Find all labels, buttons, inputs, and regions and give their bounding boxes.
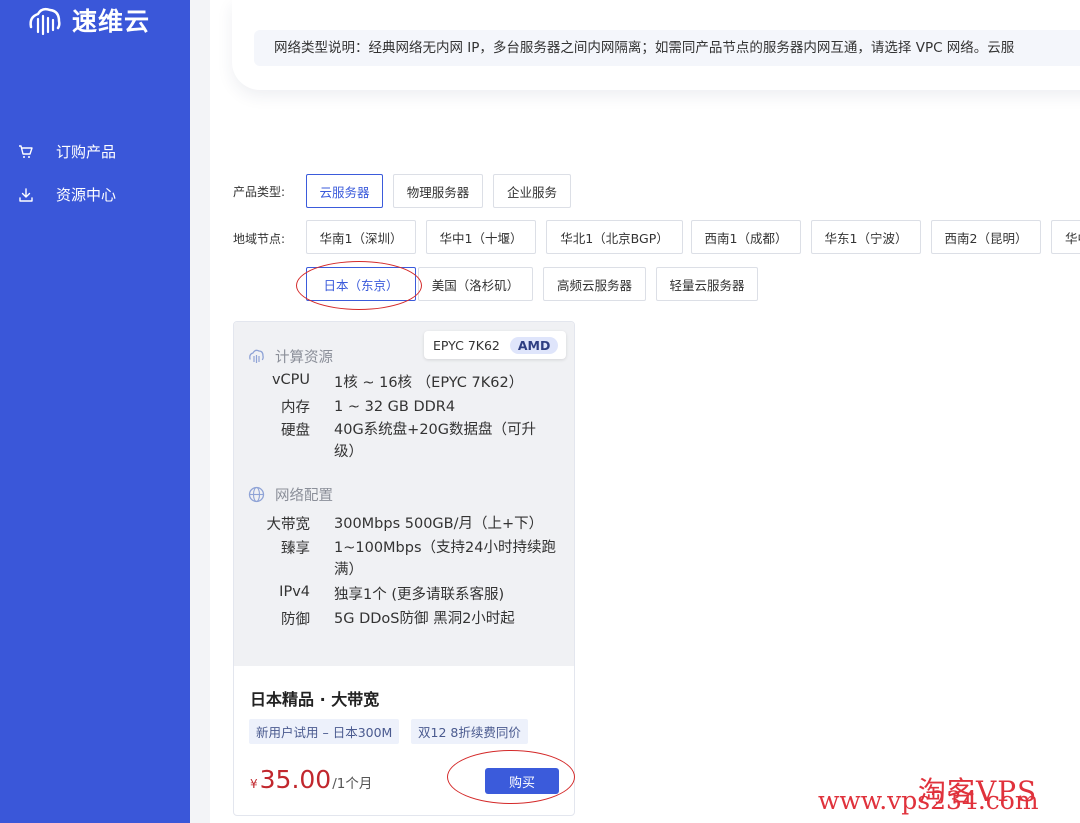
product-type-enterprise[interactable]: 企业服务 — [493, 174, 571, 208]
sidebar-item-resources[interactable]: 资源中心 — [0, 173, 190, 216]
download-icon — [19, 187, 33, 202]
spec-value-memory: 1 ~ 32 GB DDR4 — [334, 399, 456, 415]
sidebar-item-order[interactable]: 订购产品 — [0, 130, 190, 173]
cpu-model: EPYC 7K62 — [433, 337, 500, 353]
network-notice-text: 网络类型说明：经典网络无内网 IP，多台服务器之间内网隔离；如需同产品节点的服务… — [254, 30, 1080, 66]
spec-key-premium: 臻享 — [281, 541, 310, 557]
content-gutter — [190, 0, 210, 823]
spec-value-disk: 40G系统盘+20G数据盘（可升级） — [334, 422, 537, 460]
product-type-cloud-server[interactable]: 云服务器 — [306, 174, 383, 208]
region-east-china-1[interactable]: 华东1（宁波） — [811, 220, 921, 254]
sidebar-nav: 订购产品 资源中心 — [0, 130, 190, 216]
region-us-los-angeles[interactable]: 美国（洛杉矶） — [418, 267, 533, 301]
globe-icon — [248, 486, 265, 503]
product-card: EPYC 7K62 AMD 计算资源 vCPU 1核 ~ 16核 （EPYC 7… — [233, 321, 575, 816]
spec-value-vcpu: 1核 ~ 16核 （EPYC 7K62） — [334, 375, 524, 391]
cpu-badge: EPYC 7K62 AMD — [424, 331, 567, 359]
brand-name: 速维云 — [72, 7, 151, 36]
compute-section-title: 计算资源 — [248, 346, 333, 367]
region-south-china-1[interactable]: 华南1（深圳） — [306, 220, 416, 254]
region-southwest-2[interactable]: 西南2（昆明） — [931, 220, 1041, 254]
region-central-china-more[interactable]: 华中 — [1051, 220, 1080, 254]
product-type-physical-server[interactable]: 物理服务器 — [393, 174, 483, 208]
spec-value-defense: 5G DDoS防御 黑洞2小时起 — [334, 611, 515, 627]
price-unit: /1个月 — [332, 776, 373, 792]
region-southwest-1[interactable]: 西南1（成都） — [691, 220, 801, 254]
sidebar-item-label: 资源中心 — [56, 186, 117, 204]
compute-section-label: 计算资源 — [275, 350, 333, 366]
cart-icon — [19, 144, 33, 158]
spec-key-disk: 硬盘 — [281, 423, 310, 439]
spec-key-ipv4: IPv4 — [279, 584, 310, 600]
promo-tag-discount: 双12 8折续费同价 — [411, 719, 528, 744]
product-name: 日本精品 · 大带宽 — [250, 690, 380, 709]
cloud-compute-icon — [249, 349, 264, 363]
cloud-logo-icon — [29, 7, 61, 35]
spec-value-ipv4: 独享1个 (更多请联系客服) — [334, 587, 505, 603]
brand-logo[interactable]: 速维云 — [26, 2, 150, 38]
main-content: 网络类型说明：经典网络无内网 IP，多台服务器之间内网隔离；如需同产品节点的服务… — [210, 0, 1080, 823]
region-lightweight[interactable]: 轻量云服务器 — [656, 267, 758, 301]
price-currency: ¥ — [250, 777, 258, 791]
spec-key-vcpu: vCPU — [271, 372, 310, 388]
buy-button[interactable]: 购买 — [485, 768, 559, 794]
price-amount: 35.00 — [259, 765, 332, 794]
region-japan-tokyo[interactable]: 日本（东京） — [306, 267, 416, 301]
spec-key-defense: 防御 — [281, 612, 310, 628]
product-price: ¥ 35.00 /1个月 — [250, 765, 372, 794]
network-notice-card: 网络类型说明：经典网络无内网 IP，多台服务器之间内网隔离；如需同产品节点的服务… — [232, 0, 1080, 90]
spec-value-bandwidth: 300Mbps 500GB/月（上+下） — [334, 516, 544, 532]
network-section-title: 网络配置 — [248, 484, 333, 505]
region-high-frequency[interactable]: 高频云服务器 — [543, 267, 646, 301]
cpu-brand-pill: AMD — [509, 336, 559, 354]
promo-tag-trial: 新用户试用 – 日本300M — [249, 719, 400, 744]
watermark-url: www.vps234.com — [818, 786, 1039, 815]
network-section-label: 网络配置 — [275, 488, 333, 504]
region-central-china-1[interactable]: 华中1（十堰） — [426, 220, 536, 254]
sidebar-item-label: 订购产品 — [56, 143, 117, 161]
region-north-china-1[interactable]: 华北1（北京BGP） — [546, 220, 683, 254]
region-label: 地域节点: — [233, 232, 286, 246]
sidebar: 速维云 订购产品 资源中心 — [0, 0, 190, 823]
spec-key-bandwidth: 大带宽 — [266, 517, 311, 533]
spec-value-premium: 1~100Mbps（支持24小时持续跑满） — [334, 540, 556, 578]
product-type-label: 产品类型: — [233, 185, 286, 199]
spec-key-memory: 内存 — [281, 400, 310, 416]
